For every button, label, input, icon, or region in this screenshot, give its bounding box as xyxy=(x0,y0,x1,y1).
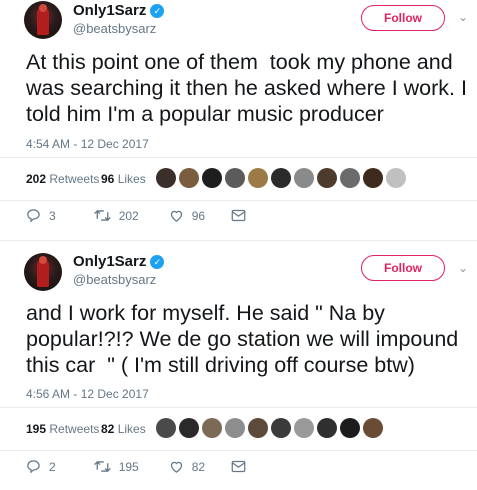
tweet-text: and I work for myself. He said " Na by p… xyxy=(26,301,465,377)
message-button[interactable] xyxy=(231,209,246,222)
like-count[interactable]: 82 Likes xyxy=(101,422,146,436)
reply-icon xyxy=(27,209,40,223)
user-handle[interactable]: @beatsbysarz xyxy=(73,272,156,288)
liker-avatar[interactable] xyxy=(317,418,337,438)
like-count-label: Likes xyxy=(117,172,146,186)
retweet-count[interactable]: 202 Retweets xyxy=(26,172,99,186)
retweet-count-label: Retweets xyxy=(49,422,100,436)
message-button[interactable] xyxy=(231,460,246,473)
avatar[interactable] xyxy=(24,1,62,39)
liker-avatars xyxy=(156,418,383,438)
tweet-actions: 3 202 96 xyxy=(26,208,270,223)
liker-avatars xyxy=(156,168,406,188)
like-action-count: 82 xyxy=(191,459,206,474)
like-count-value: 82 xyxy=(101,422,115,436)
liker-avatar[interactable] xyxy=(156,418,176,438)
like-count-value: 96 xyxy=(101,172,115,186)
reply-count: 2 xyxy=(49,459,56,474)
timestamp[interactable]: 4:54 AM - 12 Dec 2017 xyxy=(26,137,149,151)
retweet-icon xyxy=(93,460,111,473)
liker-avatar[interactable] xyxy=(156,168,176,188)
retweet-count[interactable]: 195 Retweets xyxy=(26,422,99,436)
liker-avatar[interactable] xyxy=(386,168,406,188)
liker-avatar[interactable] xyxy=(179,418,199,438)
liker-avatar[interactable] xyxy=(202,418,222,438)
follow-button[interactable]: Follow xyxy=(361,5,445,31)
envelope-icon xyxy=(231,209,246,222)
like-count[interactable]: 96 Likes xyxy=(101,172,146,186)
liker-avatar[interactable] xyxy=(294,418,314,438)
liker-avatar[interactable] xyxy=(317,168,337,188)
chevron-down-icon[interactable]: ⌄ xyxy=(458,10,468,24)
liker-avatar[interactable] xyxy=(294,168,314,188)
tweet: Only1Sarz ✓ @beatsbysarz Follow ⌄ At thi… xyxy=(0,0,477,240)
liker-avatar[interactable] xyxy=(202,168,222,188)
retweet-icon xyxy=(93,209,111,222)
like-action-count: 96 xyxy=(191,208,206,223)
user-handle[interactable]: @beatsbysarz xyxy=(73,21,156,37)
retweet-count-value: 202 xyxy=(26,172,47,186)
retweet-action-count: 202 xyxy=(118,208,139,223)
liker-avatar[interactable] xyxy=(363,418,383,438)
like-button[interactable]: 82 xyxy=(169,459,205,474)
liker-avatar[interactable] xyxy=(271,168,291,188)
liker-avatar[interactable] xyxy=(225,418,245,438)
liker-avatar[interactable] xyxy=(271,418,291,438)
retweet-action-count: 195 xyxy=(118,459,139,474)
liker-avatar[interactable] xyxy=(340,418,360,438)
verified-badge-icon: ✓ xyxy=(150,255,165,269)
display-name-text: Only1Sarz xyxy=(73,2,147,19)
liker-avatar[interactable] xyxy=(248,168,268,188)
display-name-text: Only1Sarz xyxy=(73,253,147,270)
retweet-button[interactable]: 195 xyxy=(93,459,139,474)
tweet: Only1Sarz ✓ @beatsbysarz Follow ⌄ and I … xyxy=(0,240,477,490)
engagement-stats: 202 Retweets 96 Likes xyxy=(0,157,477,201)
timestamp[interactable]: 4:56 AM - 12 Dec 2017 xyxy=(26,387,149,401)
engagement-stats: 195 Retweets 82 Likes xyxy=(0,407,477,451)
tweet-text: At this point one of them took my phone … xyxy=(26,50,473,126)
chevron-down-icon[interactable]: ⌄ xyxy=(458,261,468,275)
heart-icon xyxy=(170,210,182,222)
liker-avatar[interactable] xyxy=(363,168,383,188)
follow-button[interactable]: Follow xyxy=(361,255,445,281)
reply-button[interactable]: 2 xyxy=(26,459,56,474)
verified-badge-icon: ✓ xyxy=(150,4,165,18)
display-name[interactable]: Only1Sarz ✓ xyxy=(73,2,165,20)
retweet-count-value: 195 xyxy=(26,422,47,436)
like-button[interactable]: 96 xyxy=(169,208,205,223)
envelope-icon xyxy=(231,460,246,473)
reply-icon xyxy=(27,460,40,474)
retweet-button[interactable]: 202 xyxy=(93,208,139,223)
liker-avatar[interactable] xyxy=(340,168,360,188)
liker-avatar[interactable] xyxy=(179,168,199,188)
reply-count: 3 xyxy=(49,208,56,223)
display-name[interactable]: Only1Sarz ✓ xyxy=(73,253,165,271)
heart-icon xyxy=(170,461,182,473)
retweet-count-label: Retweets xyxy=(49,172,100,186)
liker-avatar[interactable] xyxy=(248,418,268,438)
tweet-actions: 2 195 82 xyxy=(26,459,270,474)
avatar[interactable] xyxy=(24,253,62,291)
liker-avatar[interactable] xyxy=(225,168,245,188)
reply-button[interactable]: 3 xyxy=(26,208,56,223)
like-count-label: Likes xyxy=(117,422,146,436)
